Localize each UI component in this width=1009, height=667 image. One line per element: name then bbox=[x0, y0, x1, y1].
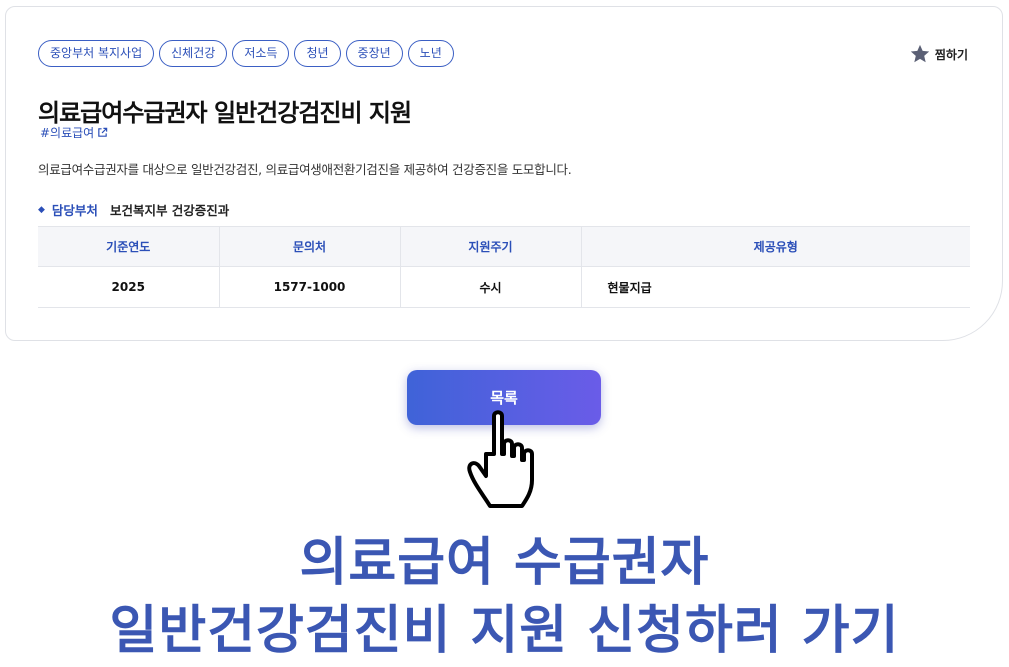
bookmark-button[interactable]: 찜하기 bbox=[909, 43, 968, 65]
cell-provision-type: 현물지급 bbox=[580, 266, 970, 308]
description: 의료급여수급권자를 대상으로 일반건강검진, 의료급여생애전환기검진을 제공하여… bbox=[38, 162, 572, 177]
tag-middle-age[interactable]: 중장년 bbox=[345, 40, 403, 67]
tag-physical-health[interactable]: 신체건강 bbox=[159, 40, 228, 67]
department-value: 보건복지부 건강증진과 bbox=[109, 203, 230, 218]
caption-line-2: 일반건강검진비 지원 신청하러 가기 bbox=[109, 601, 900, 661]
tag-low-income[interactable]: 저소득 bbox=[232, 40, 290, 67]
hashtag-link[interactable]: #의료급여 bbox=[40, 124, 108, 141]
table-header-row: 기준연도 문의처 지원주기 제공유형 bbox=[38, 226, 970, 267]
diamond-bullet-icon: ◆ bbox=[38, 204, 45, 215]
benefit-card: 중앙부처 복지사업 신체건강 저소득 청년 중장년 노년 찜하기 의료급여수급권… bbox=[5, 6, 1003, 341]
tag-list: 중앙부처 복지사업 신체건강 저소득 청년 중장년 노년 bbox=[38, 40, 454, 67]
cell-contact: 1577-1000 bbox=[218, 266, 400, 308]
tag-youth[interactable]: 청년 bbox=[294, 40, 341, 67]
department-row: ◆ 담당부처 보건복지부 건강증진과 bbox=[38, 200, 229, 219]
tag-central-welfare[interactable]: 중앙부처 복지사업 bbox=[38, 40, 155, 67]
bookmark-label: 찜하기 bbox=[934, 47, 968, 62]
header-support-cycle: 지원주기 bbox=[399, 226, 581, 267]
header-provision-type: 제공유형 bbox=[580, 226, 970, 267]
hashtag-label: #의료급여 bbox=[40, 126, 95, 140]
table-row: 2025 1577-1000 수시 현물지급 bbox=[38, 266, 970, 308]
star-icon bbox=[910, 44, 930, 63]
header-contact: 문의처 bbox=[218, 226, 400, 267]
page-title: 의료급여수급권자 일반건강검진비 지원 bbox=[38, 99, 412, 127]
tag-senior[interactable]: 노년 bbox=[407, 40, 454, 67]
pointing-hand-icon bbox=[467, 410, 534, 508]
cell-support-cycle: 수시 bbox=[399, 266, 581, 308]
info-table: 기준연도 문의처 지원주기 제공유형 2025 1577-1000 수시 현물지… bbox=[38, 226, 970, 308]
external-link-icon bbox=[98, 127, 108, 137]
department-label: 담당부처 bbox=[51, 203, 98, 218]
cell-base-year: 2025 bbox=[38, 266, 219, 308]
caption-line-1: 의료급여 수급권자 bbox=[299, 533, 710, 593]
header-base-year: 기준연도 bbox=[38, 226, 219, 267]
